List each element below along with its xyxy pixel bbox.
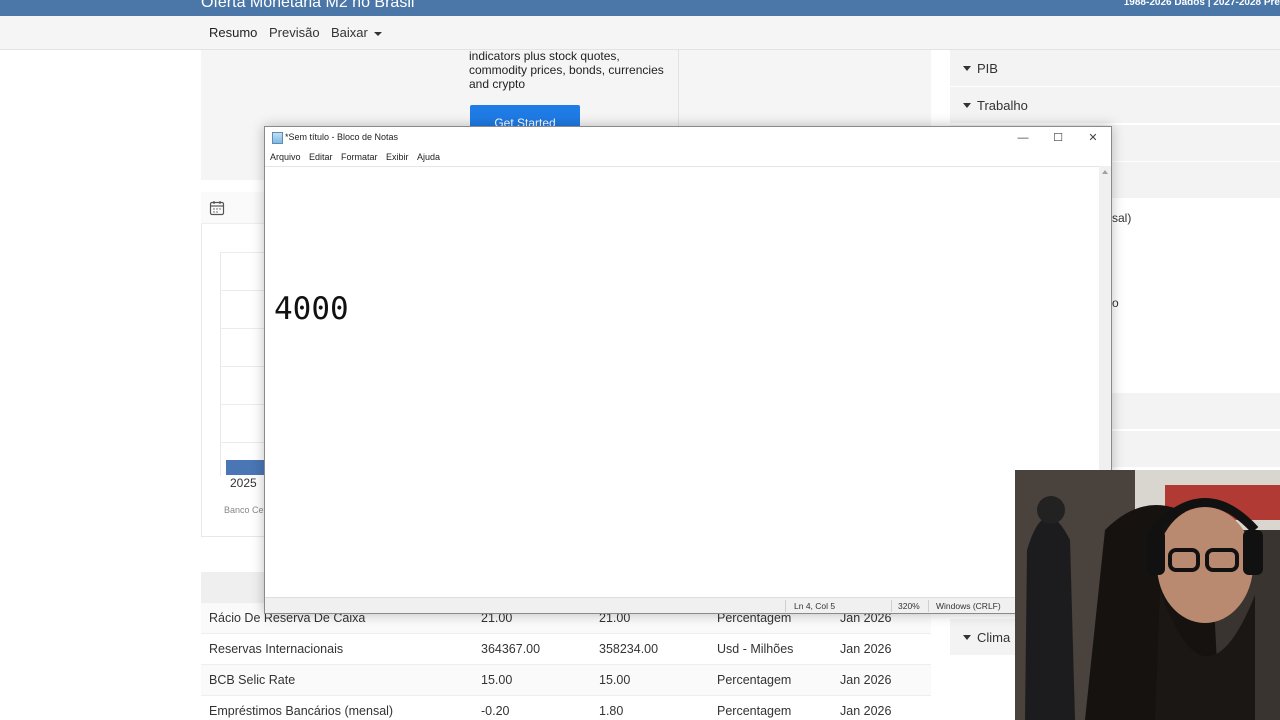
menu-exibir[interactable]: Exibir <box>386 152 409 162</box>
status-position: Ln 4, Col 5 <box>794 601 836 611</box>
notepad-app-icon <box>272 132 283 144</box>
notepad-statusbar: Ln 4, Col 5 320% Windows (CRLF) <box>265 597 1111 613</box>
caret-down-icon <box>963 635 971 640</box>
calendar-icon[interactable] <box>209 200 225 216</box>
cell-date: Jan 2026 <box>840 642 892 656</box>
notepad-text-area[interactable]: 4000 <box>265 166 1099 597</box>
sidebar-item-label: Trabalho <box>977 98 1028 113</box>
cell-name[interactable]: BCB Selic Rate <box>209 673 295 687</box>
cell-unit: Percentagem <box>717 673 792 687</box>
nav-previsao[interactable]: Previsão <box>269 25 320 40</box>
status-line-ending: Windows (CRLF) <box>936 601 1001 611</box>
chart-source: Banco Ce <box>224 505 264 515</box>
menu-ajuda[interactable]: Ajuda <box>417 152 440 162</box>
cell-last: -0.20 <box>481 704 510 718</box>
cell-date: Jan 2026 <box>840 673 892 687</box>
notepad-window: *Sem título - Bloco de Notas — ☐ ✕ Arqui… <box>264 126 1112 614</box>
table-row[interactable]: Empréstimos Bancários (mensal) -0.20 1.8… <box>201 695 931 720</box>
sidebar-item-pib[interactable]: PIB <box>950 50 1280 86</box>
ad-text: indicators plus stock quotes, commodity … <box>469 49 664 91</box>
chart-grid <box>220 252 265 476</box>
page-title: Oferta Monetária M2 no Brasil <box>201 0 415 11</box>
sidebar-item-label: PIB <box>977 61 998 76</box>
cell-name[interactable]: Reservas Internacionais <box>209 642 343 656</box>
cell-last: 364367.00 <box>481 642 541 656</box>
menu-formatar[interactable]: Formatar <box>341 152 378 162</box>
page-header-bar: Oferta Monetária M2 no Brasil 1988-2026 … <box>0 0 1280 16</box>
table-row[interactable]: Reservas Internacionais 364367.00 358234… <box>201 633 931 664</box>
cell-unit: Usd - Milhões <box>717 642 794 656</box>
status-divider <box>785 600 786 612</box>
caret-down-icon <box>963 66 971 71</box>
cell-previous: 1.80 <box>599 704 624 718</box>
chevron-down-icon <box>373 31 382 36</box>
cell-date: Jan 2026 <box>840 704 892 718</box>
close-button[interactable]: ✕ <box>1076 129 1110 147</box>
nav-baixar-label: Baixar <box>331 25 368 40</box>
cell-last: 15.00 <box>481 673 513 687</box>
webcam-overlay <box>1015 470 1280 720</box>
sidebar-item-trabalho[interactable]: Trabalho <box>950 87 1280 123</box>
notepad-title: *Sem título - Bloco de Notas <box>285 132 399 142</box>
sidebar-text-fragment: o <box>1112 296 1119 310</box>
cell-previous: 15.00 <box>599 673 631 687</box>
header-date-range: 1988-2026 Dados | 2027-2028 Pre <box>1123 0 1280 8</box>
menu-editar[interactable]: Editar <box>309 152 333 162</box>
status-divider <box>891 600 892 612</box>
menu-arquivo[interactable]: Arquivo <box>270 152 301 162</box>
status-zoom: 320% <box>898 601 920 611</box>
nav-resumo[interactable]: Resumo <box>209 25 257 40</box>
minimize-button[interactable]: — <box>1006 129 1040 147</box>
status-divider <box>928 600 929 612</box>
sidebar-item-label: Clima <box>977 630 1011 645</box>
cell-unit: Percentagem <box>717 704 792 718</box>
notepad-titlebar[interactable]: *Sem título - Bloco de Notas — ☐ ✕ <box>265 127 1111 149</box>
nav-baixar[interactable]: Baixar <box>331 25 382 40</box>
maximize-button[interactable]: ☐ <box>1041 129 1075 147</box>
caret-down-icon <box>963 103 971 108</box>
page-navbar: Resumo Previsão Baixar <box>0 16 1280 50</box>
notepad-menubar: Arquivo Editar Formatar Exibir Ajuda <box>265 149 1111 166</box>
chart-bar <box>226 460 266 475</box>
indicators-table: Rácio De Reserva De Caixa 21.00 21.00 Pe… <box>201 602 931 720</box>
scroll-up-icon[interactable] <box>1102 170 1108 174</box>
table-row[interactable]: BCB Selic Rate 15.00 15.00 Percentagem J… <box>201 664 931 695</box>
notepad-content: 4000 <box>274 291 349 327</box>
chart-x-tick: 2025 <box>230 476 257 490</box>
webcam-feed-image <box>1015 470 1280 720</box>
cell-previous: 358234.00 <box>599 642 659 656</box>
cell-name[interactable]: Empréstimos Bancários (mensal) <box>209 704 393 718</box>
sidebar-text-fragment: sal) <box>1112 211 1132 225</box>
